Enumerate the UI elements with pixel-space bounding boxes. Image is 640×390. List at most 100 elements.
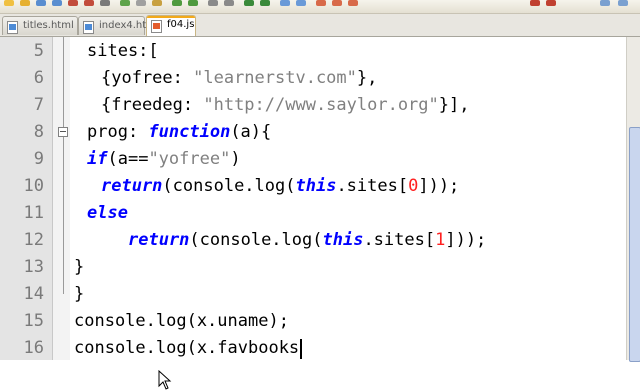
html-file-icon xyxy=(83,21,94,34)
code-token: console.log(x.favbooks xyxy=(74,338,300,358)
help-icon[interactable] xyxy=(618,0,628,6)
copy-icon[interactable] xyxy=(136,0,146,6)
mouse-pointer-icon xyxy=(158,370,172,390)
cut-icon[interactable] xyxy=(120,0,130,6)
line-number: 12 xyxy=(23,230,44,250)
sync-scroll-icon[interactable] xyxy=(280,0,290,6)
code-token: (a== xyxy=(107,149,149,169)
code-line: 14} xyxy=(0,281,640,308)
html-file-icon xyxy=(7,21,18,34)
paste-icon[interactable] xyxy=(152,0,162,6)
code-token: (a){ xyxy=(230,122,272,142)
line-number: 5 xyxy=(33,41,44,61)
code-text: console.log(x.favbooks xyxy=(74,335,299,362)
new-file-icon[interactable] xyxy=(4,0,14,6)
code-token: }], xyxy=(438,95,470,115)
code-line: 13} xyxy=(0,254,640,281)
close-icon[interactable] xyxy=(68,0,78,6)
word-wrap-icon[interactable] xyxy=(296,0,306,6)
code-line: 11 else xyxy=(0,200,640,227)
code-line: 15 console.log(x.uname); xyxy=(0,308,640,335)
code-text: return(console.log(this.sites[0])); xyxy=(101,173,459,200)
line-number: 8 xyxy=(33,122,44,142)
code-token: return xyxy=(101,176,163,196)
zoom-in-icon[interactable] xyxy=(244,0,254,6)
undo-icon[interactable] xyxy=(172,0,182,6)
code-token: } xyxy=(74,257,85,277)
code-token: else xyxy=(87,203,128,223)
tab-f04-js[interactable]: f04.js xyxy=(146,15,196,36)
tab-titles-html[interactable]: titles.html xyxy=(2,16,78,35)
code-token: ) xyxy=(230,149,241,169)
macro-play-icon[interactable] xyxy=(348,0,358,6)
code-line: 12 return(console.log(this.sites[1])); xyxy=(0,227,640,254)
code-text: } xyxy=(74,254,84,281)
line-number: 15 xyxy=(23,311,44,331)
vertical-scrollbar[interactable] xyxy=(626,37,640,362)
code-token: "learnerstv.com" xyxy=(193,68,357,88)
editor[interactable]: 5 sites:[ 6 {yofree: "learnerstv.com"}, 7 {fr… xyxy=(0,37,640,390)
code-text: else xyxy=(87,200,128,227)
code-text: console.log(x.uname); xyxy=(74,308,289,335)
code-token: sites:[ xyxy=(87,41,159,61)
line-number: 14 xyxy=(23,284,44,304)
tab-label: titles.html xyxy=(23,20,74,31)
code-text: if(a=="yofree") xyxy=(87,146,241,173)
code-token: function xyxy=(148,122,231,142)
code-token: 1 xyxy=(435,230,446,250)
save-icon[interactable] xyxy=(36,0,46,6)
tab-bar: titles.html index4.html f04.js xyxy=(0,14,640,37)
code-line: 6 {yofree: "learnerstv.com"}, xyxy=(0,65,640,92)
code-token: "http://www.saylor.org" xyxy=(203,95,439,115)
toolbar xyxy=(0,0,640,14)
js-file-icon xyxy=(151,20,162,33)
code-token: (console.log( xyxy=(189,230,323,250)
line-number: 9 xyxy=(33,149,44,169)
code-token: } xyxy=(74,284,85,304)
code-line: 16 console.log(x.favbooks xyxy=(0,335,640,362)
code-line: 5 sites:[ xyxy=(0,38,640,65)
replace-icon[interactable] xyxy=(224,0,234,6)
code-token: this xyxy=(295,176,337,196)
line-number: 13 xyxy=(23,257,44,277)
code-text: prog: function(a){ xyxy=(87,119,271,146)
run-icon[interactable] xyxy=(530,0,540,6)
macro-stop-icon[interactable] xyxy=(332,0,342,6)
close-all-icon[interactable] xyxy=(84,0,94,6)
code-text: } xyxy=(74,281,84,308)
code-line: 8 prog: function(a){ xyxy=(0,119,640,146)
code-line: 7 {freedeg: "http://www.saylor.org"}], xyxy=(0,92,640,119)
code-text: {yofree: "learnerstv.com"}, xyxy=(101,65,377,92)
print-icon[interactable] xyxy=(100,0,110,6)
line-number: 6 xyxy=(33,68,44,88)
code-text: return(console.log(this.sites[1])); xyxy=(128,227,486,254)
code-line: 9 if(a=="yofree") xyxy=(0,146,640,173)
code-token: ])); xyxy=(445,230,487,250)
macro-record-icon[interactable] xyxy=(316,0,326,6)
code-text: {freedeg: "http://www.saylor.org"}], xyxy=(101,92,469,119)
line-number: 11 xyxy=(23,203,44,223)
find-icon[interactable] xyxy=(208,0,218,6)
line-number: 10 xyxy=(23,176,44,196)
code-token: 0 xyxy=(408,176,419,196)
code-token: return xyxy=(128,230,190,250)
redo-icon[interactable] xyxy=(188,0,198,6)
code-token: if xyxy=(87,149,108,169)
settings-icon[interactable] xyxy=(600,0,610,6)
stop-icon[interactable] xyxy=(546,0,556,6)
line-number: 16 xyxy=(23,338,44,358)
code-token: this xyxy=(322,230,364,250)
zoom-out-icon[interactable] xyxy=(260,0,270,6)
code-token: {freedeg: xyxy=(101,95,204,115)
tab-label: f04.js xyxy=(167,19,195,30)
line-number: 7 xyxy=(33,95,44,115)
code-token: .sites[ xyxy=(336,176,409,196)
scrollbar-thumb[interactable] xyxy=(629,127,640,362)
tab-index4-html[interactable]: index4.html xyxy=(78,16,159,35)
code-text: sites:[ xyxy=(87,38,159,65)
text-caret xyxy=(300,339,303,359)
code-token: ])); xyxy=(418,176,460,196)
code-token: {yofree: xyxy=(101,68,194,88)
open-file-icon[interactable] xyxy=(20,0,30,6)
save-all-icon[interactable] xyxy=(52,0,62,6)
